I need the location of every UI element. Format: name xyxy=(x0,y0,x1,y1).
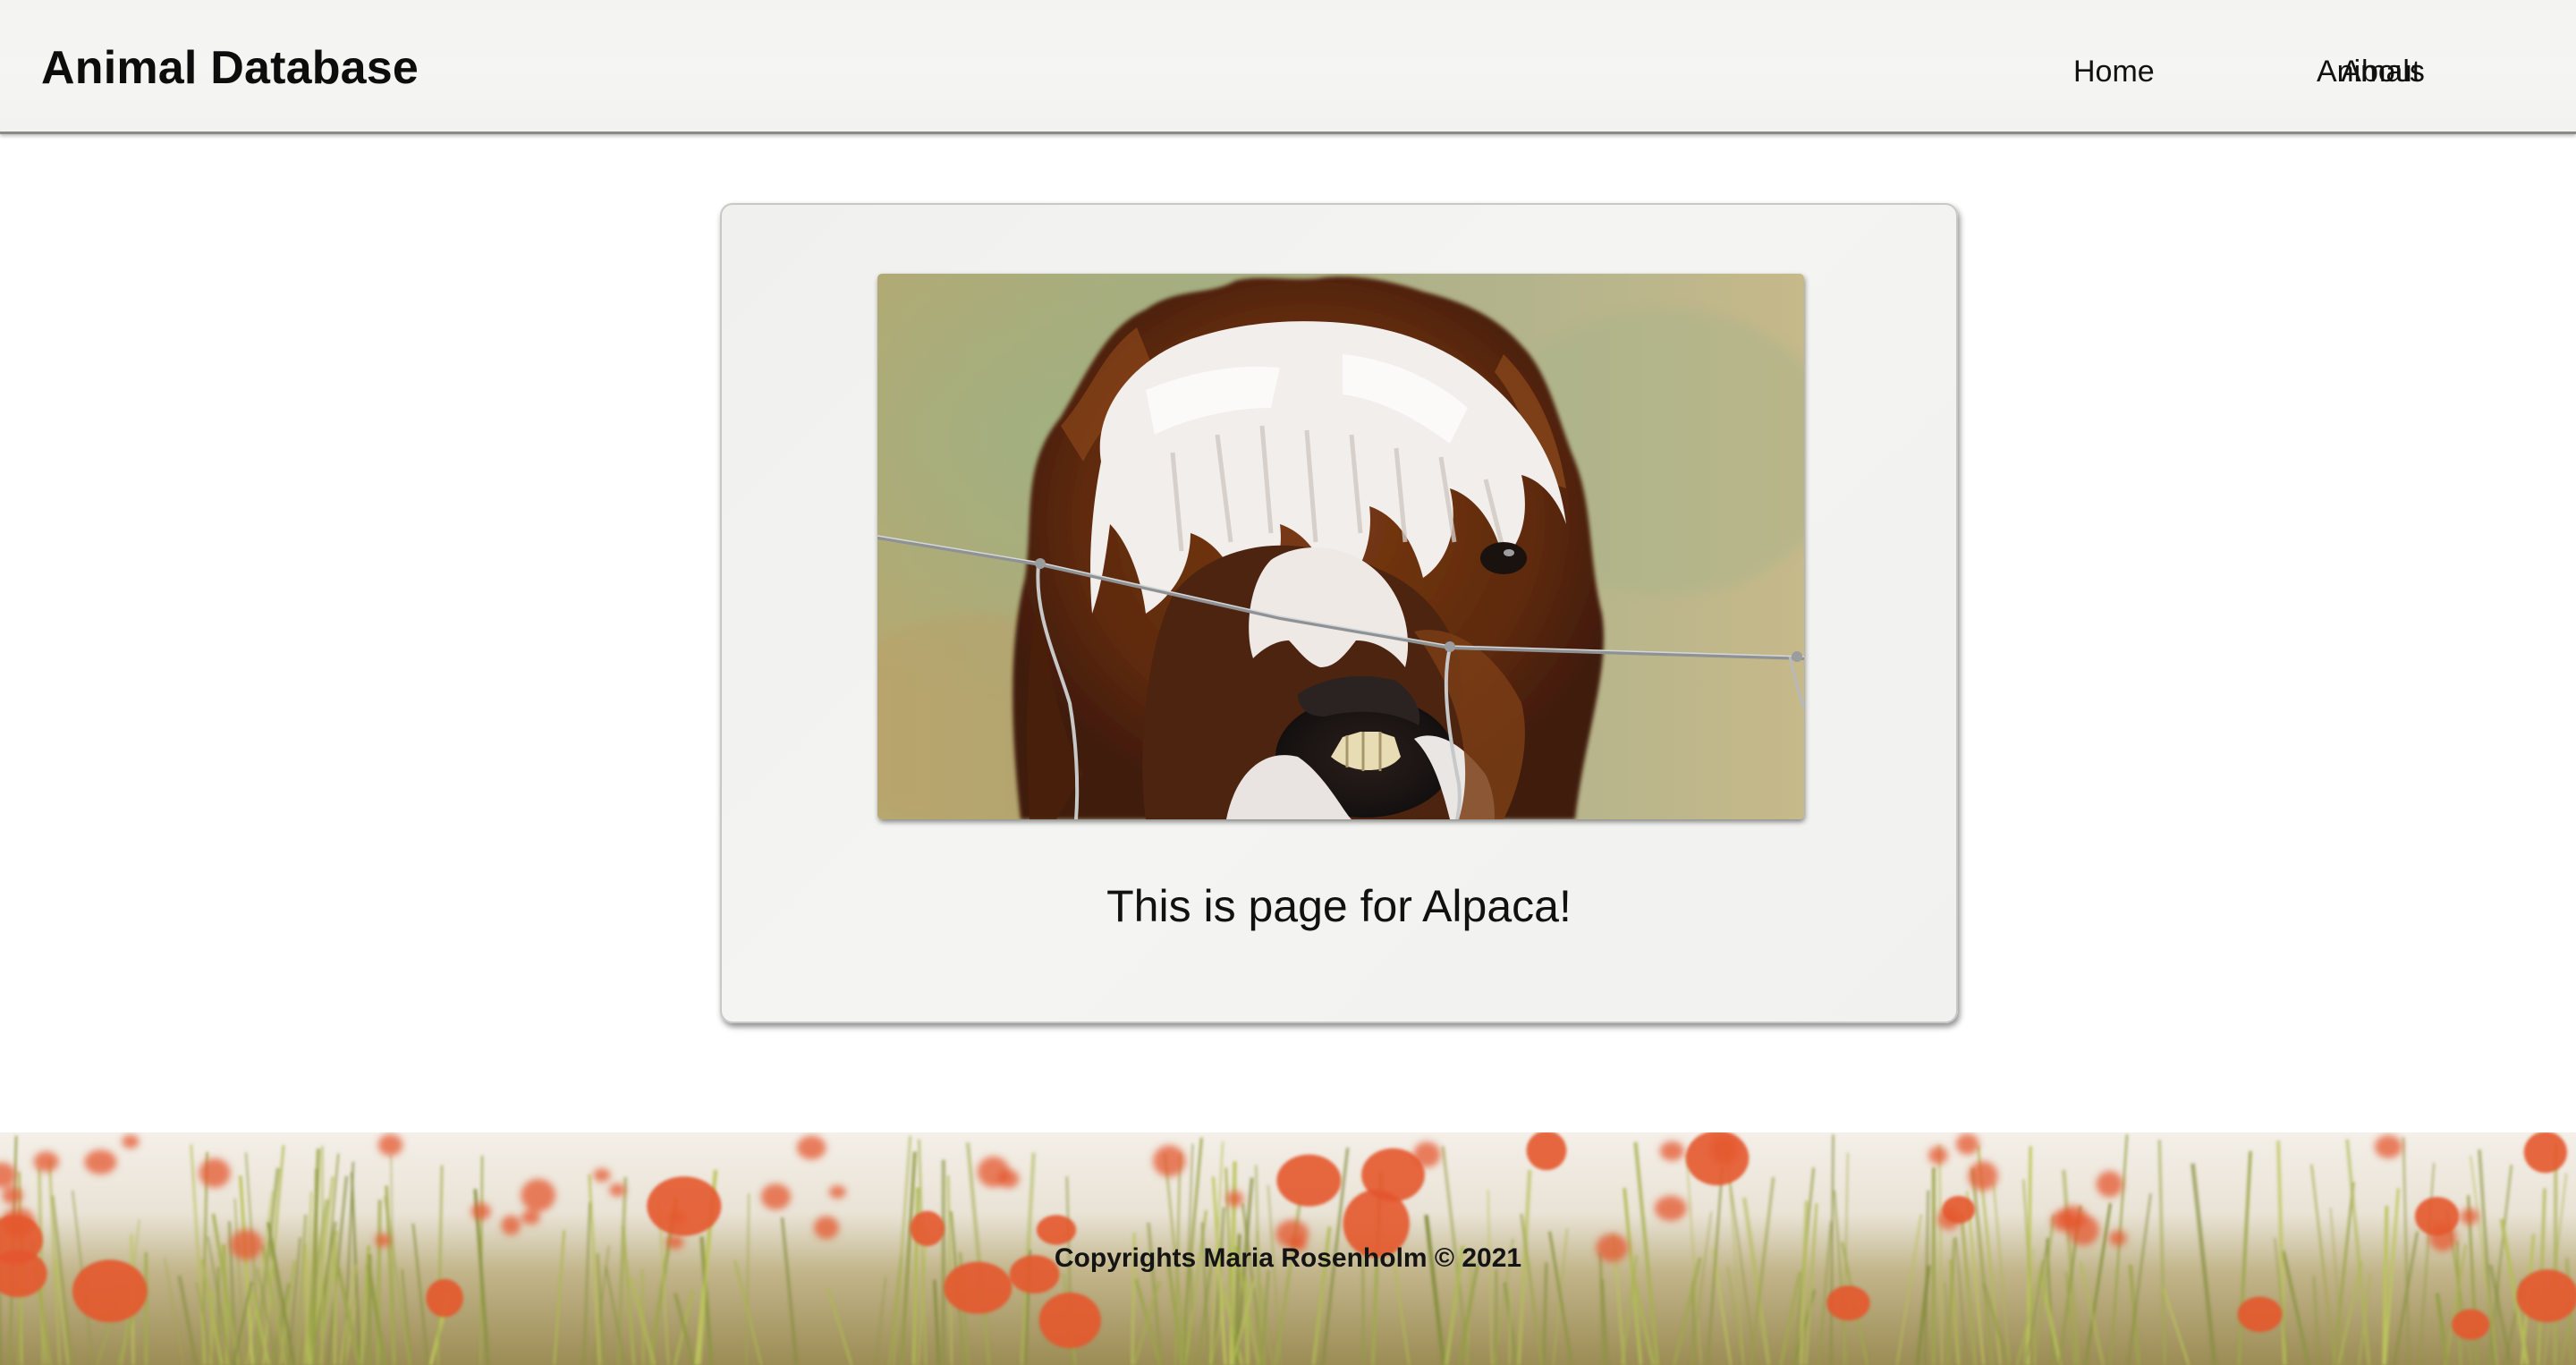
nav-link-about[interactable]: About xyxy=(2341,43,2420,100)
poppy-flower xyxy=(521,1179,555,1212)
nav-link-home[interactable]: Home xyxy=(2073,43,2155,100)
poppy-flower xyxy=(1685,1132,1750,1186)
poppy-flower xyxy=(1955,1133,1979,1155)
poppy-flower xyxy=(796,1135,826,1160)
poppy-flower xyxy=(1153,1145,1186,1177)
poppy-flower xyxy=(377,1133,403,1157)
poppy-flower xyxy=(593,1168,611,1183)
poppy-flower xyxy=(2,1186,23,1205)
poppy-flower xyxy=(1276,1154,1342,1207)
poppy-flower xyxy=(2374,1135,2402,1158)
alpaca-photo xyxy=(877,274,1804,819)
animal-page-caption: This is page for Alpaca! xyxy=(1106,881,1572,931)
poppy-flower xyxy=(1038,1293,1102,1349)
poppy-flower xyxy=(2414,1197,2460,1236)
poppy-flower xyxy=(1659,1140,1684,1161)
poppy-flower xyxy=(426,1278,463,1318)
poppy-flower xyxy=(760,1183,792,1210)
poppy-flower xyxy=(1526,1132,1567,1171)
poppy-flower xyxy=(1226,1191,1243,1207)
poppy-flower xyxy=(33,1151,59,1173)
poppy-flower xyxy=(521,1210,541,1225)
grass-blade xyxy=(1243,1276,1250,1365)
poppy-flower xyxy=(977,1156,1010,1188)
poppy-flower xyxy=(1654,1195,1687,1221)
poppy-flower xyxy=(1942,1196,1976,1224)
poppy-flower xyxy=(813,1216,839,1240)
poppy-flower xyxy=(501,1215,521,1235)
poppy-flower xyxy=(2051,1209,2076,1232)
poppy-flower xyxy=(2460,1208,2479,1225)
poppy-flower xyxy=(609,1183,626,1197)
site-title[interactable]: Animal Database xyxy=(41,34,419,102)
poppy-flower xyxy=(2523,1132,2567,1174)
site-footer: Copyrights Maria Rosenholm © 2021 xyxy=(0,1132,2576,1365)
animal-card: This is page for Alpaca! xyxy=(720,203,1958,1023)
poppy-flower xyxy=(2452,1309,2490,1340)
poppy-flower xyxy=(122,1134,140,1149)
poppy-flower xyxy=(1928,1146,1948,1165)
copyright-text: Copyrights Maria Rosenholm © 2021 xyxy=(1054,1243,1522,1273)
main-nav: Home Animals About xyxy=(1950,43,2576,100)
poppy-flower xyxy=(84,1149,117,1174)
poppy-flower xyxy=(2096,1171,2123,1198)
poppy-flower xyxy=(1968,1161,1998,1191)
poppy-flower xyxy=(470,1202,491,1220)
poppy-flower xyxy=(1826,1285,1870,1321)
site-header: Animal Database Home Animals About xyxy=(0,0,2576,134)
poppy-flower xyxy=(199,1158,231,1188)
poppy-flower xyxy=(2237,1296,2283,1333)
poppy-flower xyxy=(1361,1148,1425,1202)
poppy-flower xyxy=(828,1185,846,1199)
poppy-flower xyxy=(647,1176,722,1236)
